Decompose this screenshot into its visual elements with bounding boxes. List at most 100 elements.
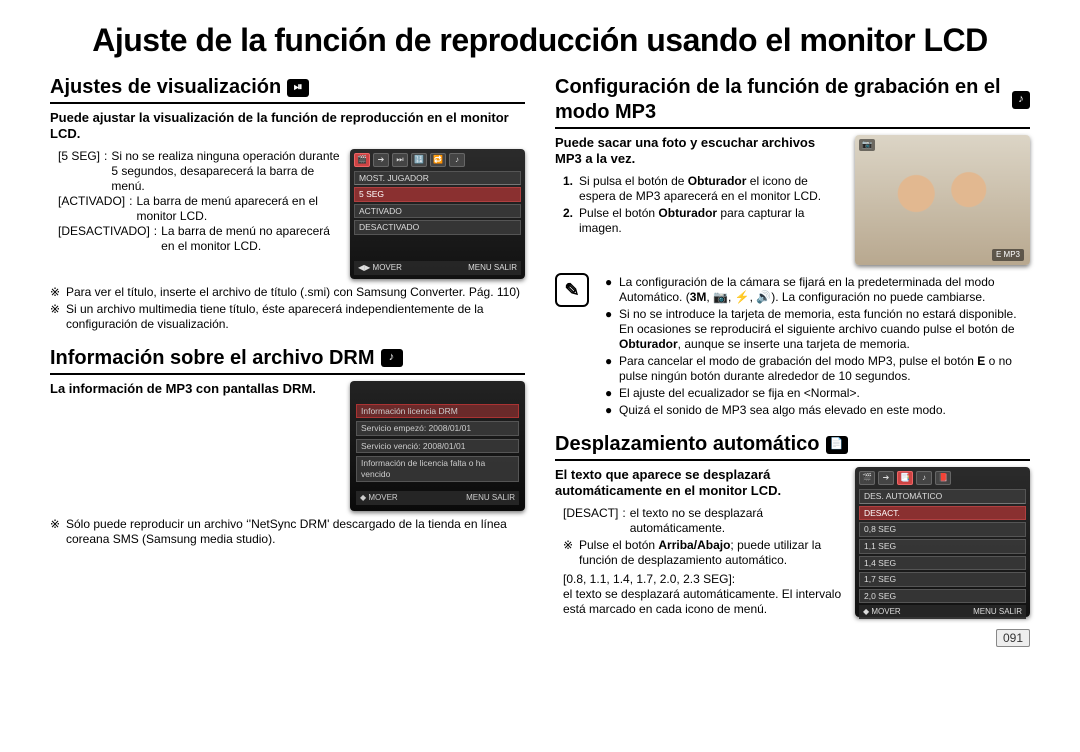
lcd-option: 5 SEG	[354, 187, 521, 202]
heading-text: Información sobre el archivo DRM	[50, 346, 375, 371]
bullet: ●Si no se introduce la tarjeta de memori…	[605, 307, 1030, 352]
section-autoscroll: Desplazamiento automático 📄 El texto que…	[555, 432, 1030, 617]
lcd-option: DESACTIVADO	[354, 220, 521, 235]
bullet-dot-icon: ●	[605, 275, 611, 305]
heading-mp3: Configuración de la función de grabación…	[555, 75, 1030, 129]
step-2: 2. Pulse el botón Obturador para captura…	[563, 206, 845, 236]
intro-drm: La información de MP3 con pantallas DRM.	[50, 381, 340, 397]
pencil-note-icon: ✎	[555, 273, 589, 307]
lcd-option: ACTIVADO	[354, 204, 521, 219]
lcd-option: 1,4 SEG	[859, 556, 1026, 571]
def-term: [DESACT]	[563, 506, 618, 536]
intro-mp3: Puede sacar una foto y escuchar archivos…	[555, 135, 845, 168]
notes-ajustes: ※ Para ver el título, inserte el archivo …	[50, 285, 525, 332]
autoscroll-text: El texto que aparece se desplazará autom…	[555, 467, 845, 617]
lcd-screen-ajustes: 🎬 ➔ ⏭ 🔢 🔁 ♪ MOST. JUGADOR 5 SEG ACTIVADO…	[350, 149, 525, 279]
lcd-footer-left: ◆ MOVER	[863, 607, 901, 617]
heading-drm: Información sobre el archivo DRM ♪	[50, 346, 525, 375]
lcd-screen-photo: 📷 E MP3	[855, 135, 1030, 265]
def-activado: [ACTIVADO] : La barra de menú aparecerá …	[58, 194, 340, 224]
bullet-text: Si no se introduce la tarjeta de memoria…	[619, 307, 1030, 352]
section-mp3-record: Configuración de la función de grabación…	[555, 75, 1030, 418]
note-text: Para ver el título, inserte el archivo d…	[66, 285, 520, 300]
intro-autoscroll: El texto que aparece se desplazará autom…	[555, 467, 845, 500]
note-arrow: ※ Pulse el botón Arriba/Abajo; puede uti…	[563, 538, 845, 568]
def-desactivado: [DESACTIVADO] : La barra de menú no apar…	[58, 224, 340, 254]
page-number: 091	[555, 631, 1030, 646]
def-sep: :	[622, 506, 625, 536]
def-body: el texto no se desplazará automáticament…	[630, 506, 845, 536]
def-desact: [DESACT] : el texto no se desplazará aut…	[563, 506, 845, 536]
note-bullets: ● La configuración de la cámara se fijará…	[605, 273, 1030, 418]
tab-icon: ♪	[916, 471, 932, 485]
def-sep: :	[104, 149, 107, 194]
lcd-option: 1,7 SEG	[859, 572, 1026, 587]
asterisk-icon: ※	[50, 517, 60, 547]
lcd-footer-right: MENU SALIR	[466, 493, 515, 503]
tab-icon: ♪	[449, 153, 465, 167]
note-text: Pulse el botón Arriba/Abajo; puede utili…	[579, 538, 845, 568]
bullet-dot-icon: ●	[605, 307, 611, 352]
bullet-dot-icon: ●	[605, 354, 611, 384]
lcd-tab-icons: 🎬 ➔ ⏭ 🔢 🔁 ♪	[354, 153, 521, 167]
def-body: Si no se realiza ninguna operación duran…	[111, 149, 340, 194]
lcd-footer: ◆ MOVER MENU SALIR	[356, 491, 519, 505]
note: ※Si un archivo multimedia tiene título, …	[50, 302, 525, 332]
mp3-steps: Puede sacar una foto y escuchar archivos…	[555, 135, 845, 236]
def-body: el texto se desplazará automáticamente. …	[563, 587, 841, 616]
heading-text: Configuración de la función de grabación…	[555, 75, 1006, 125]
def-sep: :	[154, 224, 157, 254]
asterisk-icon: ※	[50, 302, 60, 332]
play-mode-icon: ⏯	[287, 79, 309, 97]
def-seconds: [0.8, 1.1, 1.4, 1.7, 2.0, 2.3 SEG]: el t…	[563, 572, 845, 617]
lcd-option: 2,0 SEG	[859, 589, 1026, 604]
lcd-footer-left: ◆ MOVER	[360, 493, 398, 503]
lcd-screen-autoscroll: 🎬 ➔ 📑 ♪ 📕 DES. AUTOMÁTICO DESACT. 0,8 SE…	[855, 467, 1030, 617]
autoscroll-body: El texto que aparece se desplazará autom…	[555, 467, 1030, 617]
asterisk-icon: ※	[563, 538, 573, 568]
step-number: 2.	[563, 206, 573, 236]
lcd-row: Servicio empezó: 2008/01/01	[356, 421, 519, 436]
lcd-header: Información licencia DRM	[356, 404, 519, 419]
drm-body: La información de MP3 con pantallas DRM.…	[50, 381, 525, 511]
two-column-layout: Ajustes de visualización ⏯ Puede ajustar…	[50, 75, 1030, 646]
drm-intro: La información de MP3 con pantallas DRM.	[50, 381, 340, 403]
tab-icon: 🔢	[411, 153, 427, 167]
bullet: ●El ajuste del ecualizador se fija en <N…	[605, 386, 1030, 401]
lcd-option: 1,1 SEG	[859, 539, 1026, 554]
intro-ajustes: Puede ajustar la visualización de la fun…	[50, 110, 525, 143]
mp3-badge: E MP3	[992, 249, 1024, 261]
note-text: Si un archivo multimedia tiene título, é…	[66, 302, 525, 332]
bullet: ●Quizá el sonido de MP3 sea algo más ele…	[605, 403, 1030, 418]
music-icon: ♪	[381, 349, 403, 367]
text-icon: 📄	[826, 436, 848, 454]
step-body: Pulse el botón Obturador para capturar l…	[579, 206, 845, 236]
step-body: Si pulsa el botón de Obturador el icono …	[579, 174, 845, 204]
tab-icon: 📑	[897, 471, 913, 485]
section-ajustes-visualizacion: Ajustes de visualización ⏯ Puede ajustar…	[50, 75, 525, 332]
note: ※Sólo puede reproducir un archivo ‘'NetS…	[50, 517, 525, 547]
heading-text: Ajustes de visualización	[50, 75, 281, 100]
left-column: Ajustes de visualización ⏯ Puede ajustar…	[50, 75, 525, 646]
lcd-footer-left: ◀▶ MOVER	[358, 263, 402, 273]
asterisk-icon: ※	[50, 285, 60, 300]
bullet-text: Quizá el sonido de MP3 sea algo más elev…	[619, 403, 946, 418]
def-term: [DESACTIVADO]	[58, 224, 150, 254]
lcd-footer: ◆ MOVER MENU SALIR	[859, 605, 1026, 619]
lcd-header: MOST. JUGADOR	[354, 171, 521, 186]
tab-icon: 🎬	[859, 471, 875, 485]
bullet-text: La configuración de la cámara se fijará …	[619, 275, 1030, 305]
def-term: [ACTIVADO]	[58, 194, 125, 224]
tab-icon: 🎬	[354, 153, 370, 167]
section-drm: Información sobre el archivo DRM ♪ La in…	[50, 346, 525, 547]
def-5seg: [5 SEG] : Si no se realiza ninguna opera…	[58, 149, 340, 194]
lcd-row: Información de licencia falta o ha venci…	[356, 456, 519, 481]
mp3-intro-row: Puede sacar una foto y escuchar archivos…	[555, 135, 1030, 265]
defs-and-screen: [5 SEG] : Si no se realiza ninguna opera…	[50, 149, 525, 279]
camera-icon: 📷	[859, 139, 875, 151]
notes-drm: ※Sólo puede reproducir un archivo ‘'NetS…	[50, 517, 525, 547]
def-sep: :	[732, 572, 735, 586]
tab-icon: ⏭	[392, 153, 408, 167]
bullet-text: El ajuste del ecualizador se fija en <No…	[619, 386, 860, 401]
lcd-option: DESACT.	[859, 506, 1026, 521]
